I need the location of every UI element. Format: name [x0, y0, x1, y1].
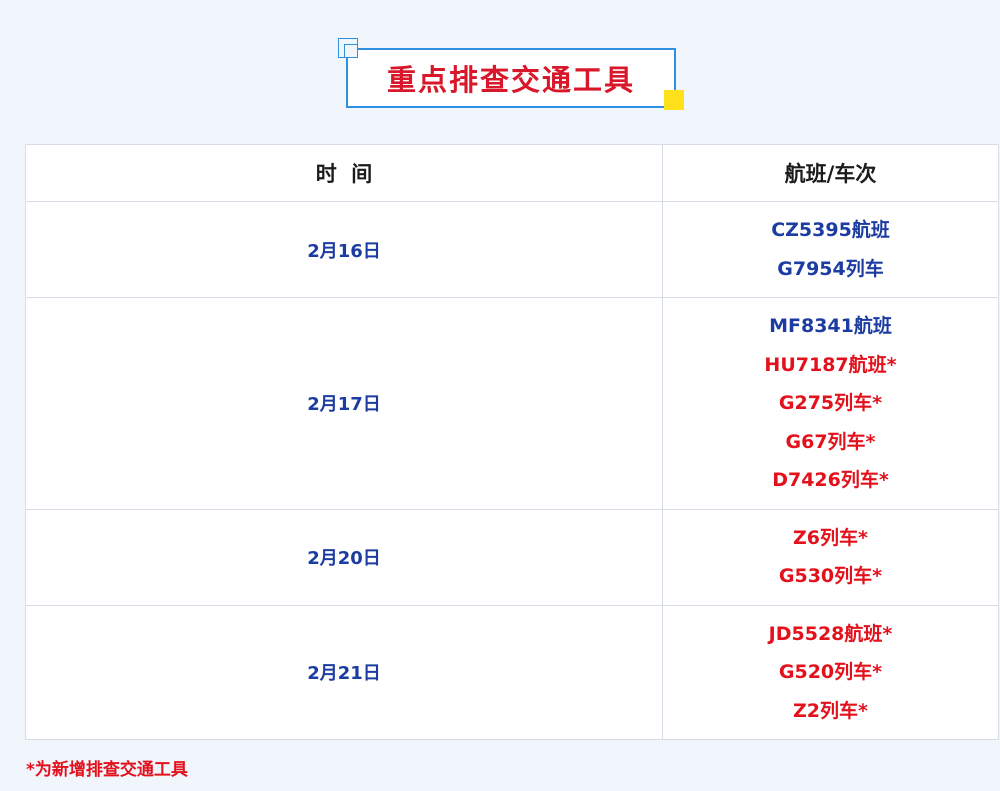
date-cell: 2月16日: [25, 201, 663, 298]
transport-cell: JD5528航班* G520列车* Z2列车*: [662, 604, 999, 740]
transport-item: CZ5395航班: [771, 219, 890, 241]
transport-item-new: G275列车*: [778, 392, 883, 414]
table-row: 2月21日 JD5528航班* G520列车* Z2列车*: [25, 604, 999, 740]
decor-square-yellow: [664, 90, 684, 110]
table-row: 2月20日 Z6列车* G530列车*: [25, 508, 999, 606]
date-cell: 2月17日: [25, 297, 663, 510]
header-time: 时 间: [25, 144, 663, 202]
header-flight-train: 航班/车次: [662, 144, 999, 202]
transport-item-new: D7426列车*: [772, 469, 889, 491]
transport-cell: Z6列车* G530列车*: [662, 508, 999, 606]
transport-cell: CZ5395航班 G7954列车: [662, 201, 999, 298]
decor-square-inner: [344, 44, 358, 58]
transport-cell: MF8341航班 HU7187航班* G275列车* G67列车* D7426列车*: [662, 297, 999, 510]
transport-item-new: JD5528航班*: [768, 622, 893, 645]
date-cell: 2月21日: [25, 604, 663, 740]
table-row: 2月16日 CZ5395航班 G7954列车: [25, 201, 999, 298]
transport-item: G7954列车: [777, 257, 884, 280]
transport-item: MF8341航班: [769, 315, 892, 337]
date-cell: 2月20日: [25, 508, 663, 606]
transport-item-new: HU7187航班*: [764, 353, 897, 376]
table-row: 2月17日 MF8341航班 HU7187航班* G275列车* G67列车* D7426…: [25, 297, 999, 510]
table-header-row: 时 间 航班/车次: [25, 144, 999, 202]
title-banner: 重点排查交通工具: [0, 0, 1000, 130]
footnote: *为新增排查交通工具: [26, 760, 188, 780]
transport-item-new: G67列车*: [785, 430, 876, 453]
transport-item-new: Z2列车*: [793, 699, 868, 722]
transport-item-new: G520列车*: [778, 661, 883, 683]
transport-table: 时 间 航班/车次 2月16日 CZ5395航班 G7954列车 2月17日 MF834…: [25, 144, 999, 740]
table-body: 2月16日 CZ5395航班 G7954列车 2月17日 MF8341航班 HU7187航…: [25, 201, 999, 740]
page-title: 重点排查交通工具: [386, 63, 635, 97]
title-frame: 重点排查交通工具: [346, 48, 676, 108]
transport-item-new: Z6列车*: [793, 526, 868, 549]
transport-item-new: G530列车*: [778, 565, 883, 587]
